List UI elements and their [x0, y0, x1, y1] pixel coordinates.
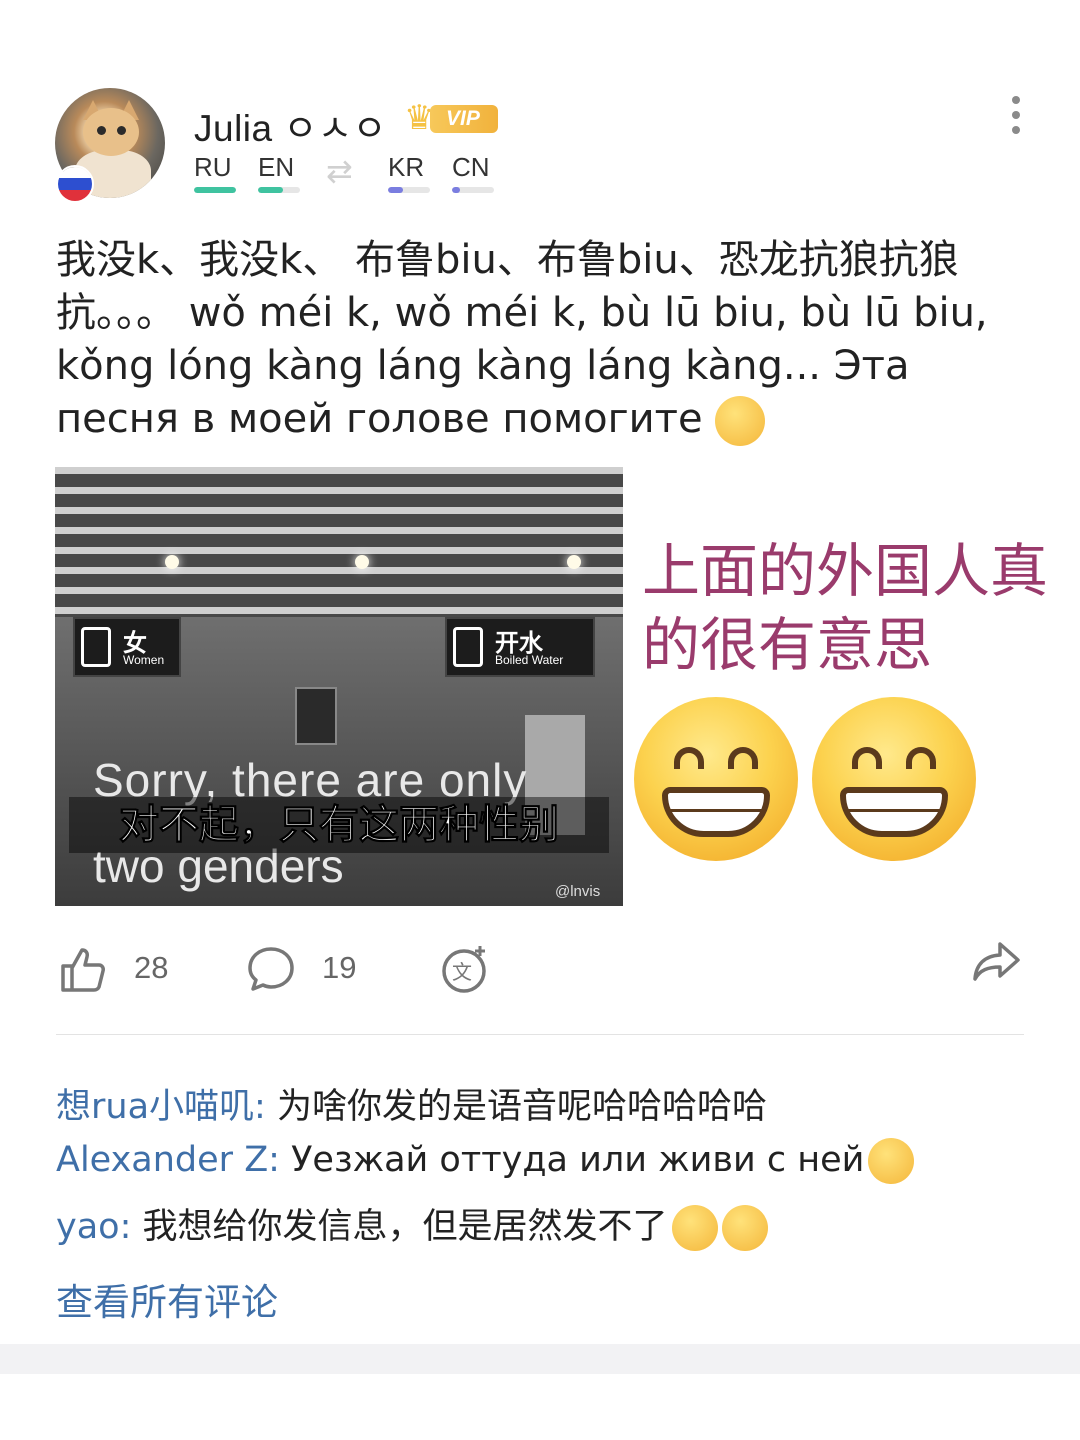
next-post-card	[0, 1374, 1080, 1440]
post-text: 我没k、我没k、 布鲁biu、布鲁biu、恐龙抗狼抗狼抗。。。 wǒ méi k…	[56, 234, 1016, 446]
translate-icon[interactable]: 文	[440, 944, 490, 994]
comment-count: 19	[322, 950, 357, 985]
watermark: @lnvis	[555, 883, 601, 900]
sign-women: 女 Women	[73, 617, 181, 677]
flushed-face-emoji	[721, 1205, 768, 1251]
view-all-comments-link[interactable]: 查看所有评论	[56, 1272, 278, 1326]
divider	[56, 1034, 1024, 1035]
language-level-bar	[388, 187, 430, 193]
sign-boiled-water: 开水 Boiled Water	[445, 617, 595, 677]
like-count: 28	[134, 950, 169, 985]
language-level-bar	[258, 187, 300, 193]
comment-icon[interactable]	[246, 944, 296, 994]
language-level-bar	[194, 187, 236, 193]
comment-text: 为啥你发的是语音呢哈哈哈哈哈	[265, 1087, 767, 1127]
swap-arrows-icon: ⇄	[326, 152, 353, 190]
native-language-en: EN	[258, 152, 295, 182]
more-options-icon[interactable]	[1004, 96, 1028, 136]
svg-text:文: 文	[452, 960, 472, 984]
comment-text: 我想给你发信息，但是居然发不了	[131, 1207, 668, 1247]
image-caption: 上面的外国人真的很有意思	[642, 537, 1049, 679]
comment-author[interactable]: 想rua小喵叽:	[56, 1087, 266, 1127]
russia-flag-icon	[56, 165, 94, 203]
comment-item[interactable]: Alexander Z: Уезжай оттуда или живи с не…	[56, 1138, 915, 1184]
comment-author[interactable]: yao:	[56, 1207, 131, 1247]
grinning-face-emoji	[634, 697, 798, 861]
laughing-tears-emoji	[868, 1138, 915, 1184]
grinning-face-emoji	[812, 697, 976, 861]
language-level-bar	[452, 187, 494, 193]
comment-author[interactable]: Alexander Z:	[56, 1140, 280, 1180]
comment-item[interactable]: 想rua小喵叽: 为啥你发的是语音呢哈哈哈哈哈	[56, 1078, 767, 1129]
learning-language-kr: KR	[388, 152, 425, 182]
native-language-ru: RU	[194, 152, 232, 182]
comment-item[interactable]: yao: 我想给你发信息，但是居然发不了	[56, 1198, 768, 1251]
like-icon[interactable]	[58, 944, 108, 994]
crying-face-emoji	[671, 1205, 718, 1251]
share-icon[interactable]	[972, 940, 1022, 984]
comment-text: Уезжай оттуда или живи с ней	[279, 1140, 865, 1180]
subtitle-chinese: 对不起，只有这两种性别	[69, 797, 609, 853]
author-name[interactable]: Julia ㅇㅅㅇ	[194, 98, 387, 152]
post-image[interactable]: 女 Women 开水 Boiled Water Sorry, there are…	[55, 467, 623, 906]
crying-face-emoji	[715, 396, 766, 446]
learning-language-cn: CN	[452, 152, 490, 182]
vip-badge: ♛ VIP	[404, 100, 498, 136]
